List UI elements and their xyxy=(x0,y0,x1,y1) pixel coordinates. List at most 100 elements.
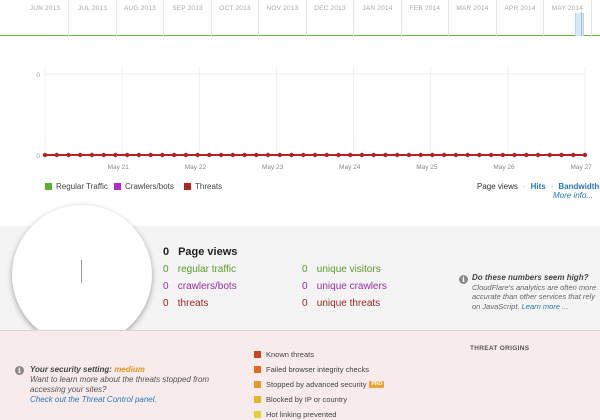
pro-badge: PRO xyxy=(369,381,385,388)
crawlers-label: crawlers/bots xyxy=(177,281,237,292)
threats-data-point xyxy=(430,152,435,158)
threats-count: 0 xyxy=(163,298,169,309)
threat-swatch xyxy=(254,381,261,388)
y-tick-label: 0 xyxy=(36,72,40,79)
page-views-count: 0 xyxy=(163,246,170,258)
threat-type-advanced-security: Stopped by advanced security PRO xyxy=(254,377,385,392)
threat-swatch xyxy=(254,366,261,373)
threat-type-ip-country: Blocked by IP or country xyxy=(254,392,384,407)
stat-threats: 0 threats xyxy=(163,298,208,309)
tab-page-views[interactable]: Page views xyxy=(477,182,518,191)
crawlers-count: 0 xyxy=(163,281,169,292)
threat-type-label: Known threats xyxy=(266,350,314,359)
timeline-gridline xyxy=(353,0,354,36)
security-setting-note: Your security setting: medium Want to le… xyxy=(30,365,210,405)
threats-data-point xyxy=(265,152,271,158)
unique-threats-count: 0 xyxy=(302,298,308,309)
timeline-gridline xyxy=(543,0,544,36)
threats-data-point xyxy=(160,152,165,158)
threat-type-hot-linking: Hot linking prevented xyxy=(254,407,384,420)
traffic-chart: 0 0 May 21 May 22 May 23 May 24 May 25 May 26 Ma… xyxy=(0,42,600,192)
threat-swatch xyxy=(254,411,261,418)
analytics-note-body: CloudFlare's analytics are often more ac… xyxy=(458,283,598,312)
threats-data-point xyxy=(171,152,177,158)
timeline-month-label: MAR 2014 xyxy=(456,5,489,12)
threats-data-point xyxy=(242,152,247,158)
timeline-month-label: FEB 2014 xyxy=(409,5,441,12)
timeline-selection-handle[interactable] xyxy=(581,12,582,36)
y-tick-label: 0 xyxy=(36,153,40,160)
regular-traffic-label: regular traffic xyxy=(177,264,236,275)
threats-data-point xyxy=(453,152,459,158)
threats-data-point xyxy=(301,152,306,158)
unique-crawlers-count: 0 xyxy=(302,281,308,292)
threats-data-point xyxy=(441,152,447,158)
x-tick-label: May 25 xyxy=(416,164,438,171)
tab-bandwidth[interactable]: Bandwidth xyxy=(558,182,599,191)
timeline-month-label: DEC 2013 xyxy=(314,5,346,12)
date-range-timeline[interactable]: JUN 2013 JUL 2013 AUG 2013 SEP 2013 OCT 2013… xyxy=(0,0,600,40)
x-tick-label: May 23 xyxy=(262,164,284,171)
threats-data-point xyxy=(42,152,48,158)
threats-data-point xyxy=(277,152,282,158)
threats-data-point xyxy=(465,152,470,158)
timeline-gridline xyxy=(305,0,307,36)
learn-more-link[interactable]: Learn more ... xyxy=(522,302,569,311)
threats-data-point xyxy=(66,152,71,158)
threats-data-point xyxy=(289,152,294,158)
threat-control-link[interactable]: Check out the Threat Control panel. xyxy=(30,395,210,405)
unique-threats-label: unique threats xyxy=(316,298,381,309)
legend-item-regular-traffic[interactable]: Regular Traffic xyxy=(45,182,108,191)
legend-label: Regular Traffic xyxy=(56,182,108,191)
threats-data-point xyxy=(371,152,376,158)
security-level[interactable]: medium xyxy=(114,365,145,374)
legend-swatch-crawlers xyxy=(114,183,121,190)
timeline-month-label: AUG 2013 xyxy=(124,5,156,12)
threats-data-point xyxy=(524,152,529,158)
timeline-gridline xyxy=(210,0,212,36)
legend-swatch-regular xyxy=(45,183,52,190)
threats-data-point xyxy=(207,152,212,158)
threats-data-point xyxy=(535,152,541,158)
threats-data-point xyxy=(512,152,517,158)
threats-data-point xyxy=(124,152,130,158)
security-setting-body: Want to learn more about the threats sto… xyxy=(30,375,210,394)
stat-unique-crawlers: 0 unique crawlers xyxy=(302,281,387,292)
x-tick-label: May 26 xyxy=(493,164,515,171)
timeline-gridline xyxy=(448,0,449,36)
threats-data-point xyxy=(359,152,365,158)
threats-data-point xyxy=(348,152,353,158)
analytics-note-heading: Do these numbers seem high? xyxy=(472,273,589,282)
timeline-month-label: JUN 2013 xyxy=(29,5,61,12)
threats-data-point xyxy=(183,152,189,158)
timeline-month-label: JUL 2013 xyxy=(77,5,108,12)
threats-data-point xyxy=(488,152,494,158)
timeline-gridline xyxy=(115,0,117,36)
timeline-month-label: JAN 2014 xyxy=(362,5,393,12)
threats-data-point xyxy=(136,152,142,158)
toggle-separator: · xyxy=(522,182,526,191)
page-views-label: Page views xyxy=(178,246,238,258)
more-info-link[interactable]: More info... xyxy=(553,191,593,200)
threat-swatch xyxy=(254,396,261,403)
legend-item-crawlers-bots[interactable]: Crawlers/bots xyxy=(114,182,174,191)
pie-empty-marker xyxy=(81,260,82,283)
threat-types-legend: Known threats Failed browser integrity c… xyxy=(254,347,385,420)
x-tick-label: May 27 xyxy=(570,164,592,171)
threats-data-point xyxy=(394,152,400,158)
unique-visitors-count: 0 xyxy=(302,264,308,275)
timeline-month-label: OCT 2013 xyxy=(219,5,251,12)
legend-swatch-threats xyxy=(184,183,191,190)
threats-data-point xyxy=(148,152,153,158)
threats-data-point xyxy=(582,152,588,158)
tab-hits[interactable]: Hits xyxy=(531,182,546,191)
timeline-selection-range[interactable] xyxy=(575,13,584,36)
threats-data-point xyxy=(571,152,576,158)
legend-label: Crawlers/bots xyxy=(125,182,174,191)
stat-unique-visitors: 0 unique visitors xyxy=(302,264,381,275)
legend-item-threats[interactable]: Threats xyxy=(184,182,222,191)
threat-type-label: Blocked by IP or country xyxy=(266,395,348,404)
threats-data-point xyxy=(336,152,341,158)
timeline-month-label: SEP 2013 xyxy=(172,5,203,12)
info-icon: i xyxy=(15,366,24,375)
